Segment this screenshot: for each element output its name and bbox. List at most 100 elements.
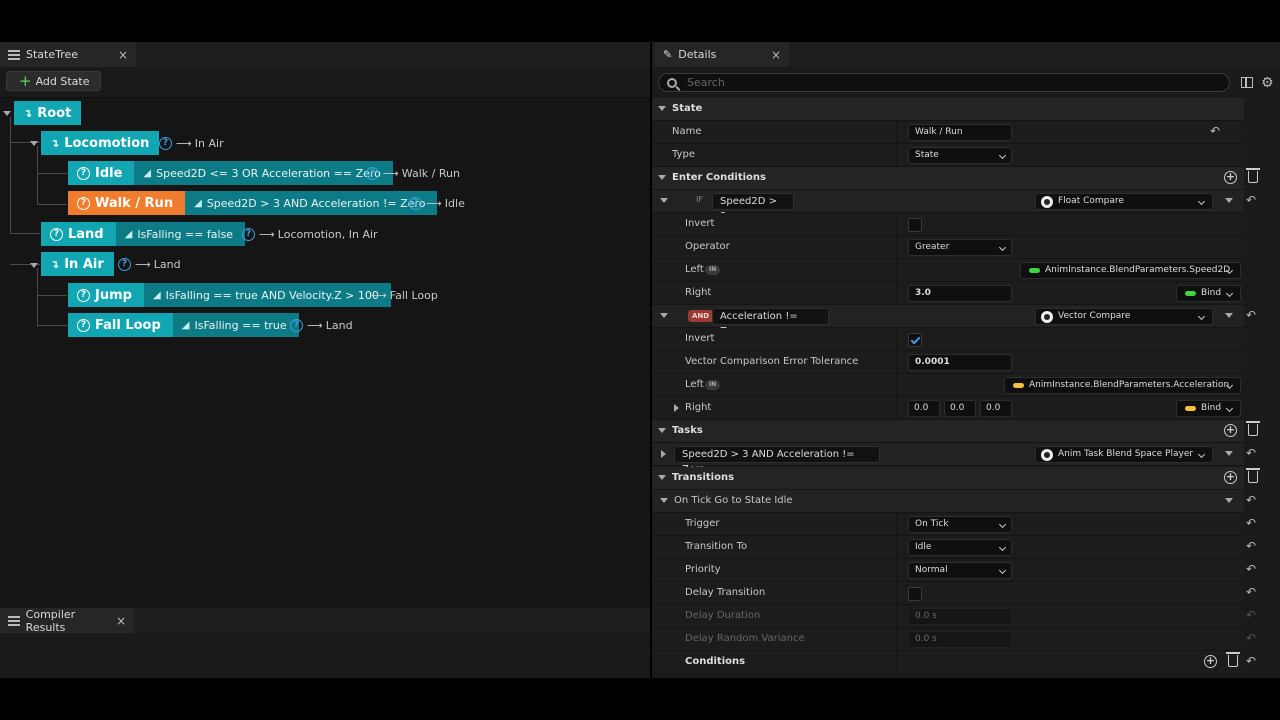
reset-arrow-icon[interactable]: ↶ xyxy=(1246,562,1260,578)
tree-line xyxy=(37,295,67,296)
reset-arrow-icon[interactable]: ↶ xyxy=(1246,308,1260,324)
right-value-field[interactable]: 3.0 xyxy=(908,285,1012,302)
reset-arrow-icon[interactable]: ↶ xyxy=(1246,193,1260,209)
operator-dropdown[interactable]: Greater xyxy=(908,239,1012,256)
task-expression[interactable]: Speed2D > 3 AND Acceleration != Zero xyxy=(674,446,880,475)
close-icon[interactable]: × xyxy=(118,48,128,62)
add-icon[interactable]: + xyxy=(1204,655,1217,668)
state-condition-idle: ◢ Speed2D <= 3 OR Acceleration == Zero xyxy=(134,161,393,185)
trash-icon[interactable] xyxy=(1246,421,1260,436)
transition-target: In Air xyxy=(194,136,224,150)
state-node-in-air[interactable]: ↴ In Air xyxy=(41,252,114,276)
vector-compare-dropdown[interactable]: Vector Compare xyxy=(1035,308,1213,325)
task-type-dropdown[interactable]: Anim Task Blend Space Player xyxy=(1035,446,1213,463)
expand-root-icon[interactable] xyxy=(3,111,11,116)
bind-dropdown[interactable]: Bind xyxy=(1176,400,1241,417)
chevron-down-icon[interactable] xyxy=(1225,313,1233,318)
chevron-down-icon xyxy=(998,243,1007,252)
chevron-right-icon[interactable] xyxy=(661,450,666,458)
tab-statetree[interactable]: StateTree × xyxy=(0,42,136,67)
expand-in-air-icon[interactable] xyxy=(30,263,38,268)
category-state[interactable]: State xyxy=(652,98,1244,121)
chevron-right-icon[interactable] xyxy=(674,404,679,412)
compiler-results-panel: Compiler Results × xyxy=(0,608,650,678)
bind-dropdown[interactable]: Bind xyxy=(1176,285,1241,302)
condition-expression[interactable]: Speed2D > 3 xyxy=(712,193,794,222)
reset-arrow-icon[interactable]: ↶ xyxy=(1246,446,1260,462)
state-node-jump[interactable]: ? Jump ◢ IsFalling == true AND Velocity.… xyxy=(68,283,391,307)
chevron-down-icon xyxy=(660,313,668,318)
tree-line xyxy=(10,233,40,234)
state-label: Locomotion xyxy=(64,135,150,151)
add-icon[interactable]: + xyxy=(1224,424,1237,437)
trash-icon[interactable] xyxy=(1226,652,1240,667)
trigger-dropdown[interactable]: On Tick xyxy=(908,516,1012,533)
vector-z-field[interactable]: 0.0 xyxy=(980,400,1012,417)
priority-dropdown[interactable]: Normal xyxy=(908,562,1012,579)
add-icon[interactable]: + xyxy=(1224,171,1237,184)
bind-label: Bind xyxy=(1201,403,1222,413)
state-node-walk-run[interactable]: ? Walk / Run ◢ Speed2D > 3 AND Accelerat… xyxy=(68,191,438,215)
delay-transition-checkbox[interactable] xyxy=(908,587,922,601)
left-binding[interactable]: AnimInstance.BlendParameters.Speed2D xyxy=(1020,262,1241,279)
reset-arrow-icon[interactable]: ↶ xyxy=(1210,124,1224,140)
tab-compiler-results[interactable]: Compiler Results × xyxy=(0,608,134,634)
tab-label: Details xyxy=(678,48,717,61)
state-node-locomotion[interactable]: ↴ Locomotion xyxy=(41,131,160,155)
chevron-down-icon[interactable] xyxy=(1225,498,1233,503)
type-dropdown[interactable]: State xyxy=(908,147,1012,164)
transition-to-dropdown[interactable]: Idle xyxy=(908,539,1012,556)
trash-icon[interactable] xyxy=(1246,168,1260,183)
property-label: Conditions xyxy=(685,656,746,667)
state-node-in-air-label: ↴ In Air xyxy=(41,252,114,276)
property-label: Transition To xyxy=(685,541,748,552)
reset-arrow-icon: ↶ xyxy=(1246,608,1257,622)
close-icon[interactable]: × xyxy=(771,48,781,62)
view-options-icon[interactable] xyxy=(1241,77,1253,88)
tree-line xyxy=(37,268,38,326)
transition-target: Land xyxy=(325,318,353,332)
divider xyxy=(896,282,897,304)
reset-arrow-icon[interactable]: ↶ xyxy=(1246,654,1260,670)
tab-details[interactable]: ✎ Details × xyxy=(655,42,789,67)
category-transitions[interactable]: Transitions + xyxy=(652,467,1260,490)
invert-checkbox[interactable] xyxy=(908,333,922,347)
condition-speed2d[interactable]: IF Speed2D > 3 Float Compare ↶ xyxy=(652,190,1256,222)
reset-arrow-icon[interactable]: ↶ xyxy=(1246,493,1260,509)
reset-arrow-icon[interactable]: ↶ xyxy=(1246,585,1260,601)
add-icon[interactable]: + xyxy=(1224,471,1237,484)
transition-target: Idle xyxy=(444,196,465,210)
condition-acceleration[interactable]: AND Acceleration != Zero Vector Compare … xyxy=(652,305,1256,337)
invert-checkbox[interactable] xyxy=(908,218,922,232)
float-compare-dropdown[interactable]: Float Compare xyxy=(1035,193,1213,210)
gear-icon[interactable]: ⚙ xyxy=(1261,75,1274,91)
vector-y-field[interactable]: 0.0 xyxy=(944,400,976,417)
trash-icon[interactable] xyxy=(1246,468,1260,483)
task-blend-space[interactable]: Speed2D > 3 AND Acceleration != Zero Ani… xyxy=(652,443,1256,475)
state-node-fall-loop[interactable]: ? Fall Loop ◢ IsFalling == true xyxy=(68,313,299,337)
category-enter-conditions[interactable]: Enter Conditions + xyxy=(652,167,1260,190)
state-label: Land xyxy=(68,226,104,242)
expand-locomotion-icon[interactable] xyxy=(30,141,38,146)
category-tasks[interactable]: Tasks + xyxy=(652,420,1260,443)
name-field[interactable]: Walk / Run xyxy=(908,124,1012,141)
tree-line xyxy=(37,146,38,205)
reset-arrow-icon[interactable]: ↶ xyxy=(1246,539,1260,555)
close-icon[interactable]: × xyxy=(116,614,126,628)
state-node-root[interactable]: ↴ Root xyxy=(14,101,82,125)
chevron-down-icon[interactable] xyxy=(1225,198,1233,203)
condition-text: IsFalling == true xyxy=(194,318,287,332)
condition-expression[interactable]: Acceleration != Zero xyxy=(712,308,829,337)
search-input[interactable]: Search xyxy=(658,73,1230,92)
tolerance-field[interactable]: 0.0001 xyxy=(908,354,1012,371)
left-binding[interactable]: AnimInstance.BlendParameters.Acceleratio… xyxy=(1004,377,1241,394)
chevron-down-icon[interactable] xyxy=(1225,451,1233,456)
transition-on-tick-idle[interactable]: On Tick Go to State Idle ↶ xyxy=(652,490,1256,513)
state-node-land[interactable]: ? Land ◢ IsFalling == false xyxy=(41,222,246,246)
state-node-idle[interactable]: ? Idle ◢ Speed2D <= 3 OR Acceleration ==… xyxy=(68,161,393,185)
reset-arrow-icon[interactable]: ↶ xyxy=(1246,516,1260,532)
vector-x-field[interactable]: 0.0 xyxy=(908,400,940,417)
divider xyxy=(896,513,897,535)
add-state-button[interactable]: + Add State xyxy=(6,71,101,91)
and-tag: AND xyxy=(688,310,714,322)
